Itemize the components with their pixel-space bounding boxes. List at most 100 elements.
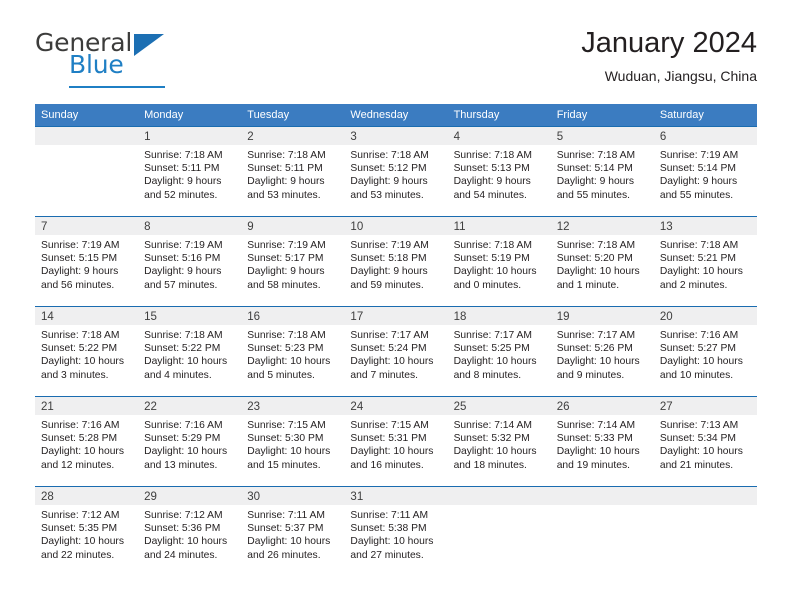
day-number-band: 14 [35, 307, 139, 325]
daylight-text-line1: Daylight: 9 hours [453, 176, 531, 188]
day-cell-16[interactable]: 16 Sunrise: 7:18 AM Sunset: 5:23 PM Dayligh… [241, 307, 345, 396]
day-cell-5[interactable]: 5 Sunrise: 7:18 AM Sunset: 5:14 PM Daylight… [550, 127, 654, 216]
day-number: 5 [556, 131, 564, 143]
daylight-text-line2: and 58 minutes. [247, 279, 321, 291]
day-cell-13[interactable]: 13 Sunrise: 7:18 AM Sunset: 5:21 PM Dayligh… [653, 217, 757, 306]
day-number-band [35, 127, 139, 145]
day-cell-25[interactable]: 25 Sunrise: 7:14 AM Sunset: 5:32 PM Dayligh… [447, 397, 551, 486]
day-cell-30[interactable]: 30 Sunrise: 7:11 AM Sunset: 5:37 PM Dayligh… [241, 487, 345, 576]
day-cell-21[interactable]: 21 Sunrise: 7:16 AM Sunset: 5:28 PM Dayligh… [35, 397, 139, 486]
day-number: 9 [247, 221, 254, 233]
sunset-text: Sunset: 5:11 PM [247, 163, 323, 175]
sunset-text: Sunset: 5:22 PM [144, 343, 221, 355]
day-number-band: 23 [241, 397, 345, 415]
sunset-text: Sunset: 5:33 PM [556, 433, 633, 445]
daylight-text-line2: and 55 minutes. [556, 189, 630, 201]
day-cell-24[interactable]: 24 Sunrise: 7:15 AM Sunset: 5:31 PM Dayligh… [344, 397, 448, 486]
daylight-text-line1: Daylight: 10 hours [41, 536, 124, 548]
day-cell-29[interactable]: 29 Sunrise: 7:12 AM Sunset: 5:36 PM Dayligh… [138, 487, 242, 576]
daylight-text-line1: Daylight: 10 hours [659, 266, 743, 278]
day-cell-7[interactable]: 7 Sunrise: 7:19 AM Sunset: 5:15 PM Daylight… [35, 217, 139, 306]
daylight-text-line1: Daylight: 10 hours [350, 356, 434, 368]
day-number-band [550, 487, 654, 505]
daylight-text-line2: and 0 minutes. [453, 279, 522, 291]
sunset-text: Sunset: 5:23 PM [247, 343, 324, 355]
day-cell-31[interactable]: 31 Sunrise: 7:11 AM Sunset: 5:38 PM Dayligh… [344, 487, 448, 576]
day-cell-18[interactable]: 18 Sunrise: 7:17 AM Sunset: 5:25 PM Dayligh… [447, 307, 551, 396]
day-cell-15[interactable]: 15 Sunrise: 7:18 AM Sunset: 5:22 PM Dayligh… [138, 307, 242, 396]
day-number-band: 28 [35, 487, 139, 505]
weekday-header-tuesday: Tuesday [247, 109, 290, 121]
daylight-text-line1: Daylight: 10 hours [247, 446, 331, 458]
day-cell-6[interactable]: 6 Sunrise: 7:19 AM Sunset: 5:14 PM Daylight… [653, 127, 757, 216]
sunset-text: Sunset: 5:16 PM [144, 253, 221, 265]
daylight-text-line1: Daylight: 9 hours [247, 176, 325, 188]
sunrise-text: Sunrise: 7:18 AM [247, 150, 326, 161]
day-number-band: 29 [138, 487, 242, 505]
day-number-band: 17 [344, 307, 448, 325]
daylight-text-line2: and 8 minutes. [453, 369, 522, 381]
weekday-header-wednesday: Wednesday [350, 109, 409, 121]
daylight-text-line2: and 59 minutes. [350, 279, 424, 291]
day-cell-26[interactable]: 26 Sunrise: 7:14 AM Sunset: 5:33 PM Dayligh… [550, 397, 654, 486]
day-cell-3[interactable]: 3 Sunrise: 7:18 AM Sunset: 5:12 PM Daylight… [344, 127, 448, 216]
day-number: 8 [144, 221, 151, 233]
sunset-text: Sunset: 5:37 PM [247, 523, 324, 535]
daylight-text-line1: Daylight: 9 hours [556, 176, 634, 188]
sunrise-text: Sunrise: 7:11 AM [247, 510, 325, 521]
day-number: 1 [144, 131, 151, 143]
daylight-text-line2: and 24 minutes. [144, 549, 218, 561]
day-number: 11 [453, 221, 466, 233]
day-number: 29 [144, 491, 157, 503]
title-block: January 2024 Wuduan, Jiangsu, China [581, 26, 757, 86]
day-cell-23[interactable]: 23 Sunrise: 7:15 AM Sunset: 5:30 PM Dayligh… [241, 397, 345, 486]
day-cell-4[interactable]: 4 Sunrise: 7:18 AM Sunset: 5:13 PM Daylight… [447, 127, 551, 216]
day-number-band: 7 [35, 217, 139, 235]
day-cell-12[interactable]: 12 Sunrise: 7:18 AM Sunset: 5:20 PM Dayligh… [550, 217, 654, 306]
sunset-text: Sunset: 5:14 PM [556, 163, 633, 175]
weekday-header-monday: Monday [144, 109, 184, 121]
sunrise-text: Sunrise: 7:16 AM [144, 420, 223, 431]
day-cell-22[interactable]: 22 Sunrise: 7:16 AM Sunset: 5:29 PM Dayligh… [138, 397, 242, 486]
sunset-text: Sunset: 5:31 PM [350, 433, 427, 445]
daylight-text-line1: Daylight: 10 hours [556, 356, 640, 368]
day-cell-14[interactable]: 14 Sunrise: 7:18 AM Sunset: 5:22 PM Dayligh… [35, 307, 139, 396]
daylight-text-line2: and 12 minutes. [41, 459, 115, 471]
day-cell-27[interactable]: 27 Sunrise: 7:13 AM Sunset: 5:34 PM Dayligh… [653, 397, 757, 486]
sunset-text: Sunset: 5:15 PM [41, 253, 118, 265]
day-details: Sunrise: 7:19 AM Sunset: 5:14 PM Daylight:… [654, 145, 757, 202]
sunrise-text: Sunrise: 7:11 AM [350, 510, 429, 521]
weekday-header-friday: Friday [556, 109, 588, 121]
day-cell-8[interactable]: 8 Sunrise: 7:19 AM Sunset: 5:16 PM Daylight… [138, 217, 242, 306]
day-details [654, 505, 757, 509]
day-cell-1[interactable]: 1 Sunrise: 7:18 AM Sunset: 5:11 PM Daylight… [138, 127, 242, 216]
daylight-text-line1: Daylight: 9 hours [247, 266, 325, 278]
weekday-header-thursday: Thursday [453, 109, 500, 121]
daylight-text-line1: Daylight: 10 hours [41, 356, 124, 368]
day-cell-11[interactable]: 11 Sunrise: 7:18 AM Sunset: 5:19 PM Dayligh… [447, 217, 551, 306]
daylight-text-line1: Daylight: 9 hours [144, 176, 222, 188]
day-number: 19 [556, 311, 570, 323]
day-cell-10[interactable]: 10 Sunrise: 7:19 AM Sunset: 5:18 PM Dayligh… [344, 217, 448, 306]
sunset-text: Sunset: 5:24 PM [350, 343, 427, 355]
day-cell-28[interactable]: 28 Sunrise: 7:12 AM Sunset: 5:35 PM Dayligh… [35, 487, 139, 576]
day-cell-17[interactable]: 17 Sunrise: 7:17 AM Sunset: 5:24 PM Dayligh… [344, 307, 448, 396]
day-cell-9[interactable]: 9 Sunrise: 7:19 AM Sunset: 5:17 PM Daylight… [241, 217, 345, 306]
sunrise-text: Sunrise: 7:17 AM [453, 330, 532, 341]
day-cell-2[interactable]: 2 Sunrise: 7:18 AM Sunset: 5:11 PM Daylight… [241, 127, 345, 216]
daylight-text-line2: and 10 minutes. [659, 369, 734, 381]
day-number: 15 [144, 311, 157, 323]
day-number-band: 12 [550, 217, 654, 235]
day-cell-20[interactable]: 20 Sunrise: 7:16 AM Sunset: 5:27 PM Dayligh… [653, 307, 757, 396]
day-details: Sunrise: 7:16 AM Sunset: 5:29 PM Daylight:… [138, 415, 241, 472]
day-details: Sunrise: 7:11 AM Sunset: 5:37 PM Daylight:… [241, 505, 344, 562]
day-details: Sunrise: 7:18 AM Sunset: 5:20 PM Daylight:… [551, 235, 654, 292]
day-details: Sunrise: 7:16 AM Sunset: 5:27 PM Daylight:… [654, 325, 757, 382]
day-number-band: 31 [344, 487, 448, 505]
general-blue-logo[interactable]: General Blue [35, 30, 215, 88]
day-number-band: 6 [653, 127, 757, 145]
day-details: Sunrise: 7:18 AM Sunset: 5:11 PM Daylight:… [138, 145, 241, 202]
sunrise-text: Sunrise: 7:19 AM [144, 240, 223, 251]
day-details: Sunrise: 7:14 AM Sunset: 5:33 PM Daylight:… [551, 415, 654, 472]
day-cell-19[interactable]: 19 Sunrise: 7:17 AM Sunset: 5:26 PM Dayligh… [550, 307, 654, 396]
